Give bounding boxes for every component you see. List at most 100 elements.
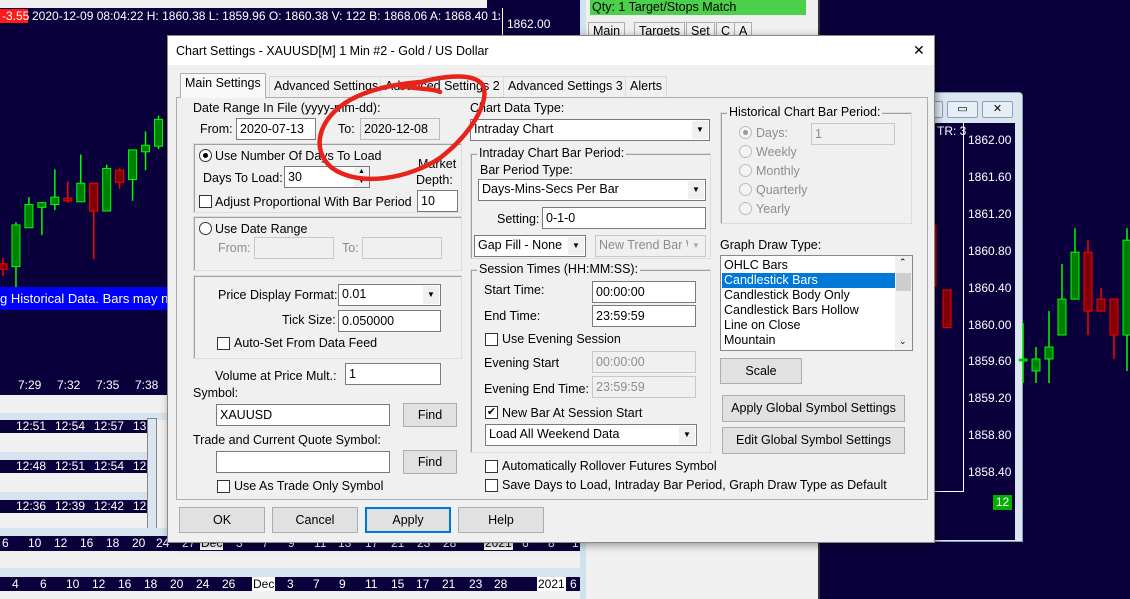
tab-alerts[interactable]: Alerts [625, 76, 667, 97]
scroll-thumb[interactable] [896, 273, 911, 291]
evening-session-checkbox[interactable] [485, 333, 498, 346]
adjust-proportional-checkbox[interactable] [199, 195, 212, 208]
list-item[interactable]: OHLC Bars [722, 258, 895, 273]
new-trend-bar-select: New Trend Bar W ▼ [595, 235, 706, 257]
scroll-up-icon[interactable]: ⌃ [899, 257, 907, 268]
yearly-radio [739, 202, 752, 215]
end-time-field[interactable]: 23:59:59 [592, 305, 696, 327]
candle-body [1044, 346, 1054, 360]
start-time-field[interactable]: 00:00:00 [592, 281, 696, 303]
candle-body [1057, 298, 1067, 336]
find-trade-symbol-button[interactable]: Find [403, 450, 457, 474]
candle-down [942, 289, 952, 329]
use-date-range-radio[interactable] [199, 222, 212, 235]
list-item[interactable]: Candlestick Bars Hollow [722, 303, 895, 318]
scroll-down-icon[interactable]: ⌄ [899, 336, 907, 347]
chart-data-type-value: Intraday Chart [474, 122, 554, 136]
candle-up [1057, 264, 1067, 336]
candle-body [76, 182, 86, 203]
dialog-title: Chart Settings - XAUUSD[M] 1 Min #2 - Go… [176, 44, 489, 58]
edit-global-settings-button[interactable]: Edit Global Symbol Settings [722, 427, 905, 454]
chevron-down-icon: ▼ [679, 426, 695, 444]
candle-body [1031, 358, 1041, 372]
date-range-label: Date Range In File (yyyy-mm-dd): [193, 101, 381, 115]
help-button[interactable]: Help [458, 507, 544, 533]
candle-up [102, 164, 112, 212]
candle-down [1096, 288, 1106, 312]
monthly-radio [739, 164, 752, 177]
apply-button[interactable]: Apply [365, 507, 451, 533]
days-radio-label: Days: [756, 126, 788, 140]
candle-body [115, 169, 125, 183]
trade-symbol-field[interactable] [216, 451, 390, 473]
weekend-data-value: Load All Weekend Data [489, 427, 620, 441]
auto-set-checkbox[interactable] [217, 337, 230, 350]
rollover-label: Automatically Rollover Futures Symbol [502, 459, 717, 473]
candle-up [141, 131, 151, 171]
apply-global-settings-button[interactable]: Apply Global Symbol Settings [722, 395, 905, 422]
candle-up [37, 201, 47, 236]
tab-advanced-settings-3[interactable]: Advanced Settings 3 [503, 76, 628, 97]
auto-set-label: Auto-Set From Data Feed [234, 336, 378, 350]
from-date-field[interactable]: 2020-07-13 [236, 118, 316, 140]
from-label: From: [200, 122, 233, 136]
list-item-selected[interactable]: Candlestick Bars [722, 273, 895, 288]
candle-body [102, 167, 112, 212]
candle-up [1122, 228, 1130, 371]
save-default-label: Save Days to Load, Intraday Bar Period, … [502, 478, 887, 492]
candle-body [1109, 298, 1119, 336]
cancel-button[interactable]: Cancel [272, 507, 358, 533]
candle-down [63, 181, 73, 203]
candle-down [1083, 240, 1093, 336]
evening-end-field: 23:59:59 [592, 376, 696, 398]
gap-fill-select[interactable]: Gap Fill - None ▼ [474, 235, 586, 257]
list-item[interactable]: Line on Close [722, 318, 895, 333]
market-depth-field[interactable]: 10 [417, 190, 458, 212]
bar-period-type-select[interactable]: Days-Mins-Secs Per Bar ▼ [478, 179, 706, 201]
monthly-label: Monthly [756, 164, 800, 178]
trade-only-label: Use As Trade Only Symbol [234, 479, 384, 493]
candle-body [0, 263, 8, 270]
list-item[interactable]: Candlestick Body Only [722, 288, 895, 303]
checkmark-icon: ✔ [486, 406, 497, 418]
symbol-field[interactable]: XAUUSD [216, 404, 390, 426]
days-to-load-spinner[interactable]: 30 ▲ ▼ [284, 166, 370, 188]
use-days-radio[interactable] [199, 149, 212, 162]
candle-down [89, 182, 99, 260]
tick-size-field[interactable]: 0.050000 [338, 310, 441, 332]
range-to-label: To: [342, 241, 359, 255]
session-legend: Session Times (HH:MM:SS): [477, 262, 641, 276]
trade-symbol-label: Trade and Current Quote Symbol: [193, 433, 381, 447]
candle-body [154, 118, 164, 147]
list-item[interactable]: Mountain [722, 333, 895, 348]
tab-advanced-settings[interactable]: Advanced Settings [269, 76, 384, 97]
candle-body [141, 144, 151, 153]
candle-up [11, 222, 21, 287]
list-scrollbar[interactable]: ⌃ ⌄ [895, 256, 912, 350]
scale-button[interactable]: Scale [720, 358, 802, 384]
candle-down [1109, 298, 1119, 359]
new-bar-session-checkbox[interactable]: ✔ [485, 406, 498, 419]
bar-setting-field[interactable]: 0-1-0 [542, 207, 706, 229]
graph-draw-type-label: Graph Draw Type: [720, 238, 822, 252]
find-symbol-button[interactable]: Find [403, 403, 457, 427]
candle-body [1070, 251, 1080, 300]
tab-advanced-settings-2[interactable]: Advanced Settings 2 [380, 76, 505, 97]
save-default-checkbox[interactable] [485, 479, 498, 492]
trade-only-checkbox[interactable] [217, 480, 230, 493]
candle-body [89, 182, 99, 212]
spinner-arrows-icon[interactable]: ▲ ▼ [354, 167, 369, 187]
weekend-data-select[interactable]: Load All Weekend Data ▼ [485, 424, 697, 446]
candle-body [37, 202, 47, 208]
adjust-proportional-label: Adjust Proportional With Bar Period [215, 195, 412, 209]
price-format-select[interactable]: 0.01 ▼ [338, 284, 441, 306]
candle-up [1018, 323, 1028, 383]
ok-button[interactable]: OK [179, 507, 265, 533]
evening-end-label: Evening End Time: [484, 382, 589, 396]
rollover-checkbox[interactable] [485, 460, 498, 473]
tab-main-settings[interactable]: Main Settings [180, 73, 266, 98]
candle-up [1044, 311, 1054, 383]
chart-data-type-select[interactable]: Intraday Chart ▼ [470, 119, 710, 141]
close-dialog-button[interactable]: ✕ [913, 42, 925, 59]
vap-mult-field[interactable]: 1 [345, 363, 441, 385]
